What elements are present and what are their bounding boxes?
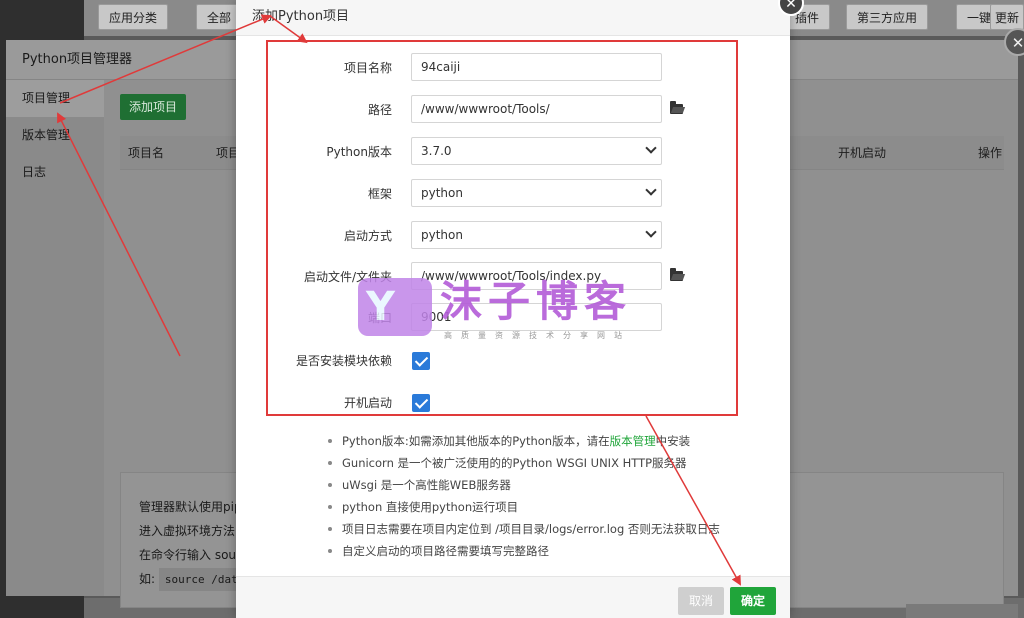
tip-item: python 直接使用python运行项目 — [322, 496, 772, 518]
watermark-logo-letter: Y — [366, 284, 395, 330]
topbar-app-category[interactable]: 应用分类 — [98, 4, 169, 30]
watermark: Y 沫子博客 高质量资源技术分享网站 — [358, 276, 654, 346]
tip-item: 项目日志需要在项目内定位到 /项目目录/logs/error.log 否则无法获… — [322, 518, 772, 540]
dialog-title: 添加Python项目 — [236, 0, 790, 36]
sidebar-item-log[interactable]: 日志 — [6, 154, 104, 191]
col-actions: 操作 — [978, 146, 1003, 160]
version-manage-link[interactable]: 版本管理 — [610, 434, 656, 448]
topbar-update[interactable]: 更新 — [990, 4, 1024, 30]
tip-text: 中安装 — [655, 434, 691, 448]
watermark-logo: Y — [358, 278, 432, 336]
dialog-footer: 取消 确定 — [236, 576, 790, 618]
tip-item: 自定义启动的项目路径需要填写完整路径 — [322, 540, 772, 562]
tip-text: Python版本:如需添加其他版本的Python版本，请在 — [342, 434, 610, 448]
help-line: 管理器默认使用pip — [139, 500, 242, 514]
add-project-button[interactable]: 添加项目 — [120, 94, 187, 120]
sidebar-item-version-manage[interactable]: 版本管理 — [6, 117, 104, 154]
help-example-label: 如: — [139, 572, 156, 586]
tip-item: uWsgi 是一个高性能WEB服务器 — [322, 474, 772, 496]
watermark-text: 沫子博客 — [440, 277, 633, 326]
watermark-subtext: 高质量资源技术分享网站 — [444, 331, 631, 340]
help-line: 进入虚拟环境方法: — [139, 524, 240, 538]
topbar-third-party[interactable]: 第三方应用 — [846, 4, 929, 30]
col-project-name: 项目名 — [128, 146, 165, 160]
help-line: 在命令行输入 sou — [139, 548, 237, 562]
annotation-highlight-frame — [266, 40, 738, 416]
col-autostart: 开机启动 — [838, 146, 887, 160]
dialog-tips-list: Python版本:如需添加其他版本的Python版本，请在版本管理中安装 Gun… — [322, 430, 772, 562]
help-line: 如: source /data — [139, 567, 249, 591]
tip-item: Gunicorn 是一个被广泛使用的的Python WSGI UNIX HTTP… — [322, 452, 772, 474]
cancel-button[interactable]: 取消 — [678, 587, 724, 615]
confirm-button[interactable]: 确定 — [730, 587, 776, 615]
pagination — [906, 604, 1018, 618]
sidebar-item-project-manage[interactable]: 项目管理 — [6, 80, 104, 117]
tip-item: Python版本:如需添加其他版本的Python版本，请在版本管理中安装 — [322, 430, 772, 452]
manager-sidebar: 项目管理 版本管理 日志 — [6, 80, 104, 596]
close-icon[interactable]: ✕ — [1004, 28, 1024, 56]
